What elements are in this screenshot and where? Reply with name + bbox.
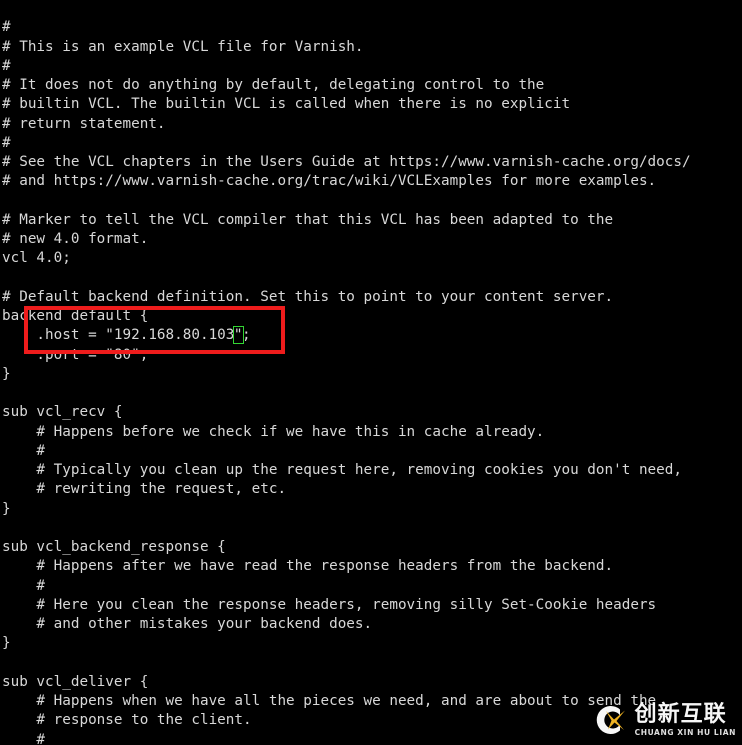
code-line: # and https://www.varnish-cache.org/trac… [2, 173, 657, 190]
code-line: # [2, 134, 11, 151]
watermark-chinese: 创新互联 [634, 701, 727, 727]
code-line: # return statement. [2, 115, 166, 132]
watermark-text: 创新互联 CHUANG XIN HU LIAN [634, 701, 736, 737]
code-line: .port = "80"; [2, 346, 149, 363]
code-line: # new 4.0 format. [2, 231, 149, 248]
code-line: } [2, 500, 11, 517]
watermark: 创新互联 CHUANG XIN HU LIAN [589, 700, 736, 740]
code-line: } [2, 365, 11, 382]
code-line: sub vcl_deliver { [2, 673, 149, 690]
code-line: } [2, 635, 11, 652]
code-line: # Happens after we have read the respons… [2, 558, 614, 575]
vcl-file-content[interactable]: # # This is an example VCL file for Varni… [0, 14, 742, 745]
code-line: # builtin VCL. The builtin VCL is called… [2, 96, 571, 113]
watermark-pinyin: CHUANG XIN HU LIAN [634, 727, 736, 737]
code-line: .host = "192.168.80.103"; [2, 326, 251, 345]
text-cursor: " [232, 326, 244, 345]
code-line: # rewriting the request, etc. [2, 481, 287, 498]
code-line: # [2, 577, 46, 594]
code-line: # and other mistakes your backend does. [2, 616, 373, 633]
terminal-screen: # # This is an example VCL file for Varni… [0, 0, 742, 745]
code-line: # Default backend definition. Set this t… [2, 288, 614, 305]
code-line: # Happens before we check if we have thi… [2, 423, 545, 440]
code-line: backend default { [2, 308, 149, 325]
code-line: sub vcl_backend_response { [2, 539, 226, 556]
code-line: # See the VCL chapters in the Users Guid… [2, 154, 691, 171]
code-line: # This is an example VCL file for Varnis… [2, 38, 364, 55]
code-line: # Typically you clean up the request her… [2, 462, 682, 479]
code-line: # Marker to tell the VCL compiler that t… [2, 211, 614, 228]
code-line: sub vcl_recv { [2, 404, 123, 421]
code-line: # Here you clean the response headers, r… [2, 596, 657, 613]
code-line: # [2, 442, 46, 459]
code-line: # It does not do anything by default, de… [2, 77, 545, 94]
code-line: vcl 4.0; [2, 250, 71, 267]
code-line: # [2, 19, 11, 36]
code-line: # [2, 57, 11, 74]
cx-circle-logo-icon [589, 700, 629, 740]
